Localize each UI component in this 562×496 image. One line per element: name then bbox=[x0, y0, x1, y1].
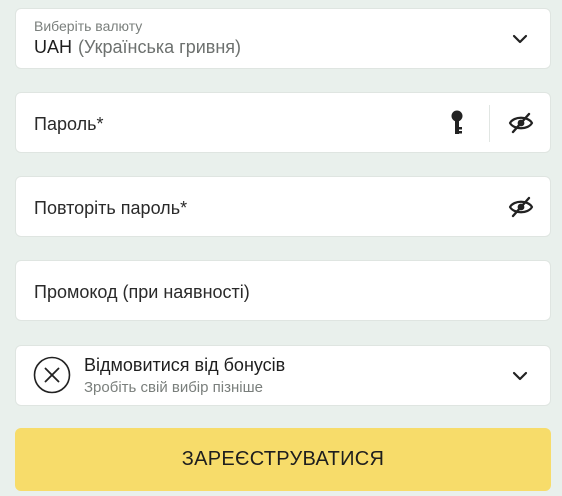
bonus-subtitle: Зробіть свій вибір пізніше bbox=[84, 379, 263, 396]
chevron-down-icon[interactable] bbox=[512, 368, 528, 384]
key-icon[interactable] bbox=[450, 110, 464, 136]
field-divider bbox=[489, 105, 490, 142]
close-circle-icon bbox=[33, 356, 71, 394]
promo-code-field[interactable]: Промокод (при наявності) bbox=[15, 260, 551, 321]
bonus-select[interactable]: Відмовитися від бонусів Зробіть свій виб… bbox=[15, 345, 551, 406]
repeat-password-field[interactable]: Повторіть пароль* bbox=[15, 176, 551, 237]
bonus-title: Відмовитися від бонусів bbox=[84, 355, 286, 375]
eye-off-icon[interactable] bbox=[508, 112, 534, 134]
currency-code: UAH bbox=[34, 37, 73, 57]
currency-value: UAH (Українська гривня) bbox=[34, 37, 241, 58]
currency-name: (Українська гривня) bbox=[78, 37, 242, 57]
register-button[interactable]: ЗАРЕЄСТРУВАТИСЯ bbox=[15, 428, 551, 491]
registration-form: Виберіть валюту UAH (Українська гривня) П… bbox=[0, 0, 562, 496]
password-placeholder: Пароль* bbox=[34, 114, 104, 134]
eye-off-icon[interactable] bbox=[508, 196, 534, 218]
chevron-down-icon[interactable] bbox=[512, 31, 528, 47]
password-field[interactable]: Пароль* bbox=[15, 92, 551, 153]
currency-label: Виберіть валюту bbox=[34, 18, 143, 34]
promo-code-placeholder: Промокод (при наявності) bbox=[34, 282, 250, 302]
currency-select[interactable]: Виберіть валюту UAH (Українська гривня) bbox=[15, 8, 551, 69]
repeat-password-placeholder: Повторіть пароль* bbox=[34, 198, 188, 218]
